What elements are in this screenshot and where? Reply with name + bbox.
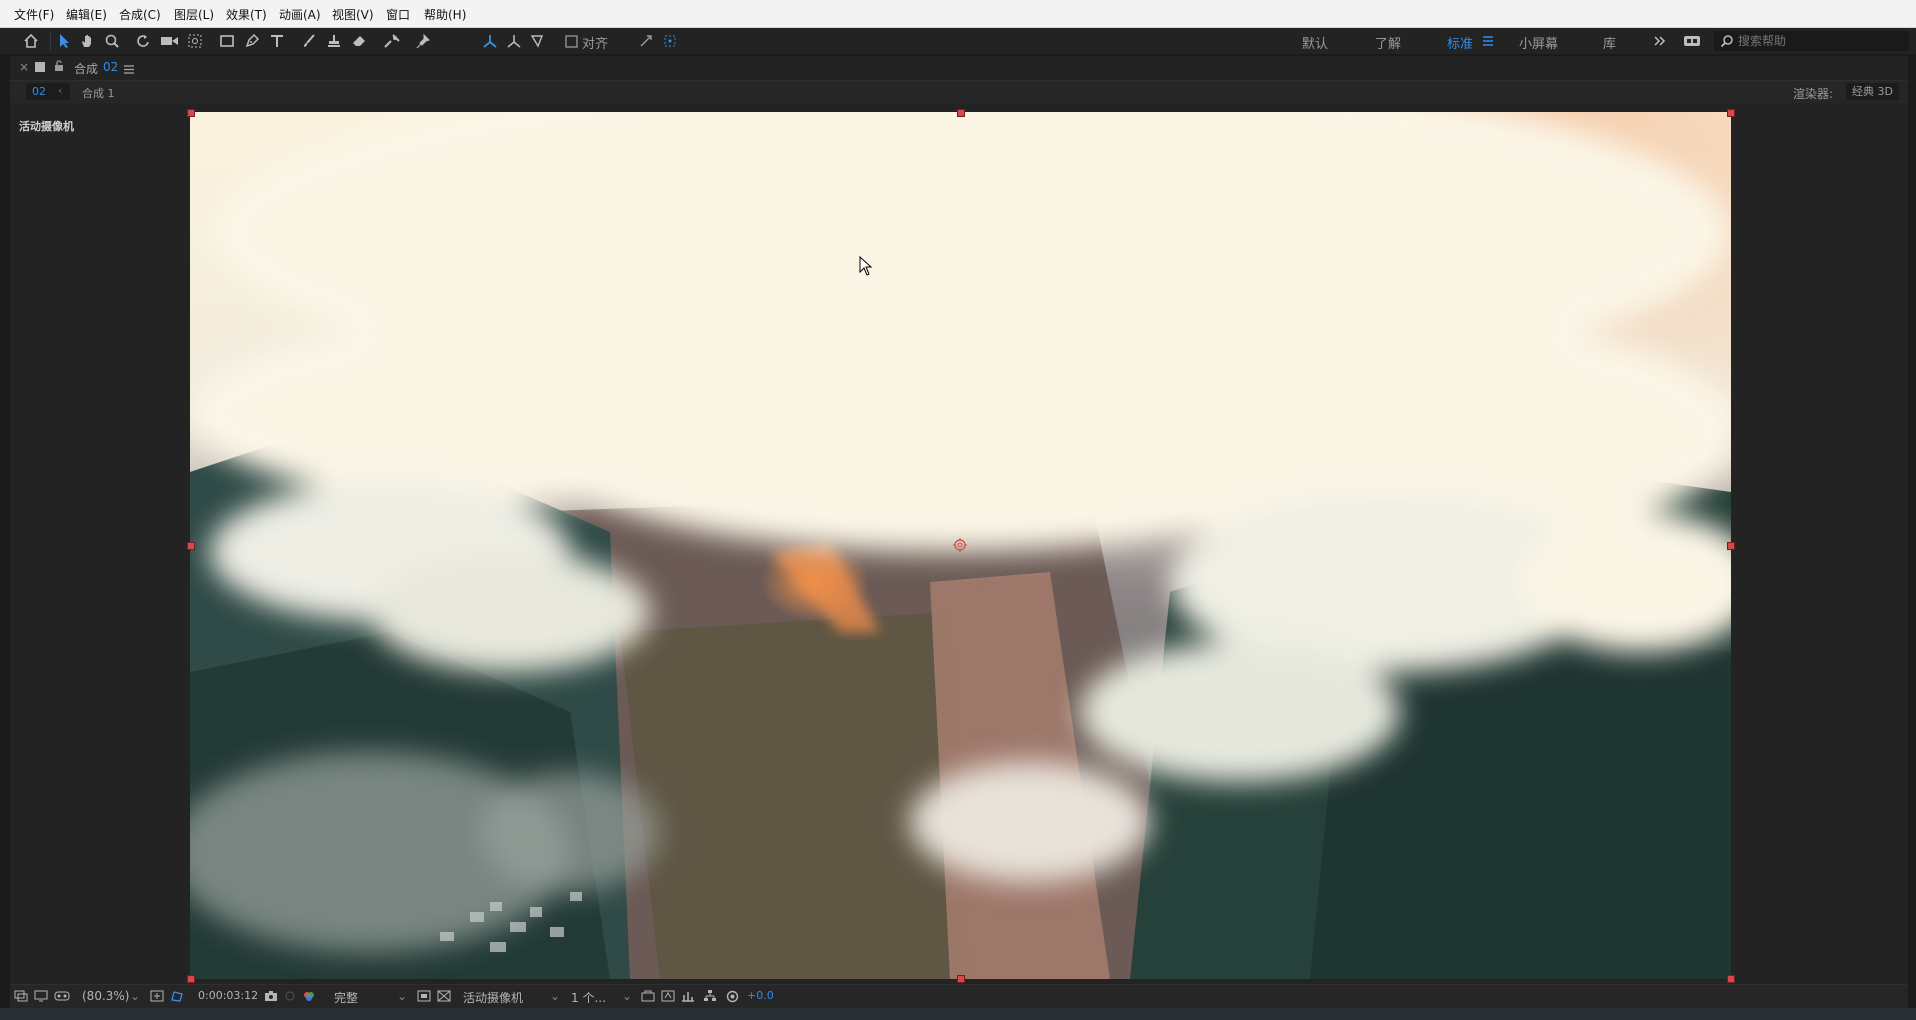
unlock-icon[interactable] <box>54 60 64 75</box>
brush-tool-icon[interactable] <box>300 31 318 51</box>
workspace-menu-icon[interactable] <box>1481 31 1495 51</box>
breadcrumb-next[interactable]: 合成 1 <box>82 85 115 101</box>
mouse-cursor-icon <box>859 255 873 279</box>
view-axis-mode-icon[interactable] <box>528 31 546 51</box>
menu-help[interactable]: 帮助(H) <box>424 6 466 23</box>
transform-handle[interactable] <box>1727 109 1735 117</box>
renderer-label: 渲染器: <box>1793 87 1834 101</box>
toolbar-divider <box>50 32 51 50</box>
always-preview-icon[interactable] <box>14 990 28 1005</box>
close-panel-icon[interactable]: × <box>19 60 29 74</box>
rectangle-tool-icon[interactable] <box>218 31 236 51</box>
right-dock-edge <box>1908 56 1916 1020</box>
home-icon[interactable] <box>21 31 41 51</box>
comp-breadcrumb: 02 ‹ 合成 1 渲染器: 经典 3D <box>10 81 1908 103</box>
transform-handle[interactable] <box>1727 542 1735 550</box>
transform-handle[interactable] <box>957 109 965 117</box>
clone-stamp-tool-icon[interactable] <box>325 31 343 51</box>
zoom-dropdown-icon[interactable]: ⌄ <box>130 989 140 1003</box>
panel-comp-name[interactable]: 02 <box>103 60 118 74</box>
pen-tool-icon[interactable] <box>243 31 261 51</box>
workspace-learn[interactable]: 了解 <box>1375 33 1401 52</box>
renderer-select[interactable]: 经典 3D <box>1846 83 1899 100</box>
search-icon <box>1720 34 1734 51</box>
world-axis-mode-icon[interactable] <box>505 31 523 51</box>
view-layout-dropdown-icon[interactable]: ⌄ <box>622 989 632 1003</box>
menu-layer[interactable]: 图层(L) <box>174 6 214 23</box>
panel-title[interactable]: 合成 <box>74 60 98 77</box>
snap-edge-icon[interactable] <box>637 31 655 51</box>
camera-tool-icon[interactable] <box>159 31 181 51</box>
zoom-tool-icon[interactable] <box>103 31 121 51</box>
transform-handle[interactable] <box>187 542 195 550</box>
menu-edit[interactable]: 编辑(E) <box>66 6 107 23</box>
timeline-icon[interactable] <box>681 990 695 1005</box>
left-dock-edge <box>0 56 10 1020</box>
camera-dropdown-icon[interactable]: ⌄ <box>550 989 560 1003</box>
menu-composition[interactable]: 合成(C) <box>119 6 161 23</box>
workspace-small-screen[interactable]: 小屏幕 <box>1519 33 1558 52</box>
exposure-value[interactable]: +0.0 <box>747 989 774 1002</box>
toggle-pixel-aspect-icon[interactable] <box>641 990 655 1005</box>
active-camera-label: 活动摄像机 <box>19 120 74 133</box>
transform-handle[interactable] <box>1727 975 1735 983</box>
snap-label: 对齐 <box>582 37 609 52</box>
sync-settings-icon[interactable] <box>1681 31 1703 51</box>
monitor-icon[interactable] <box>34 990 48 1005</box>
composition-panel-tab: × 合成 02 <box>10 56 1908 81</box>
type-tool-icon[interactable] <box>268 31 286 51</box>
workspace-standard[interactable]: 标准 <box>1447 33 1473 52</box>
panel-menu-icon[interactable] <box>124 63 134 77</box>
current-time[interactable]: 0:00:03:12 <box>198 989 258 1002</box>
breadcrumb-chevron-icon: ‹ <box>58 84 63 97</box>
menu-animation[interactable]: 动画(A) <box>279 6 321 23</box>
roto-brush-tool-icon[interactable] <box>382 31 402 51</box>
camera-view-select[interactable]: 活动摄像机 <box>463 989 523 1006</box>
workspace-libraries[interactable]: 库 <box>1603 33 1616 52</box>
region-of-interest-icon[interactable] <box>417 990 431 1005</box>
snapshot-camera-icon[interactable] <box>264 990 278 1005</box>
reset-exposure-icon[interactable] <box>726 990 739 1006</box>
menu-effect[interactable]: 效果(T) <box>226 6 267 23</box>
pan-behind-tool-icon[interactable] <box>186 31 204 51</box>
transform-handle[interactable] <box>957 975 965 983</box>
breadcrumb-active[interactable]: 02 ‹ <box>26 83 70 100</box>
resolution-dropdown-icon[interactable]: ⌄ <box>397 989 407 1003</box>
zoom-level[interactable]: (80.3%) <box>82 989 129 1003</box>
menu-view[interactable]: 视图(V) <box>332 6 374 23</box>
view-layout-select[interactable]: 1 个... <box>571 989 606 1006</box>
vr-icon[interactable] <box>54 990 70 1005</box>
viewer-footer: (80.3%) ⌄ 0:00:03:12 完整 ⌄ 活动摄像机 ⌄ 1 个...… <box>10 984 1908 1009</box>
snap-checkbox[interactable] <box>563 31 579 51</box>
mask-visibility-icon[interactable] <box>170 990 184 1005</box>
tools-toolbar: 对齐 默认 了解 标准 小屏幕 库 <box>0 28 1916 56</box>
rotate-tool-icon[interactable] <box>135 31 153 51</box>
snap-features-icon[interactable] <box>661 31 679 51</box>
more-workspaces-icon[interactable] <box>1652 31 1668 51</box>
transform-handle[interactable] <box>187 109 195 117</box>
lock-toggle-icon[interactable] <box>35 62 45 72</box>
menu-file[interactable]: 文件(F) <box>14 6 54 23</box>
search-help-field[interactable] <box>1714 31 1909 51</box>
transparency-grid-icon[interactable] <box>437 990 451 1005</box>
transform-handle[interactable] <box>187 975 195 983</box>
search-input[interactable] <box>1738 32 1898 49</box>
menu-window[interactable]: 窗口 <box>386 6 410 23</box>
selection-tool-icon[interactable] <box>55 31 73 51</box>
breadcrumb-active-label: 02 <box>32 85 46 98</box>
anchor-point-icon[interactable] <box>952 537 968 556</box>
flowchart-icon[interactable] <box>703 990 717 1005</box>
local-axis-mode-icon[interactable] <box>481 31 499 51</box>
show-snapshot-icon[interactable] <box>284 990 296 1005</box>
puppet-pin-tool-icon[interactable] <box>414 31 432 51</box>
resolution-select[interactable]: 完整 <box>334 989 358 1006</box>
fit-icon[interactable] <box>150 990 164 1005</box>
menu-bar: 文件(F) 编辑(E) 合成(C) 图层(L) 效果(T) 动画(A) 视图(V… <box>0 0 1916 28</box>
hand-tool-icon[interactable] <box>78 31 96 51</box>
window-bottom-edge <box>0 1008 1916 1020</box>
color-channels-icon[interactable] <box>302 990 316 1005</box>
fast-previews-icon[interactable] <box>661 990 675 1005</box>
eraser-tool-icon[interactable] <box>350 31 368 51</box>
workspace-default[interactable]: 默认 <box>1302 33 1328 52</box>
